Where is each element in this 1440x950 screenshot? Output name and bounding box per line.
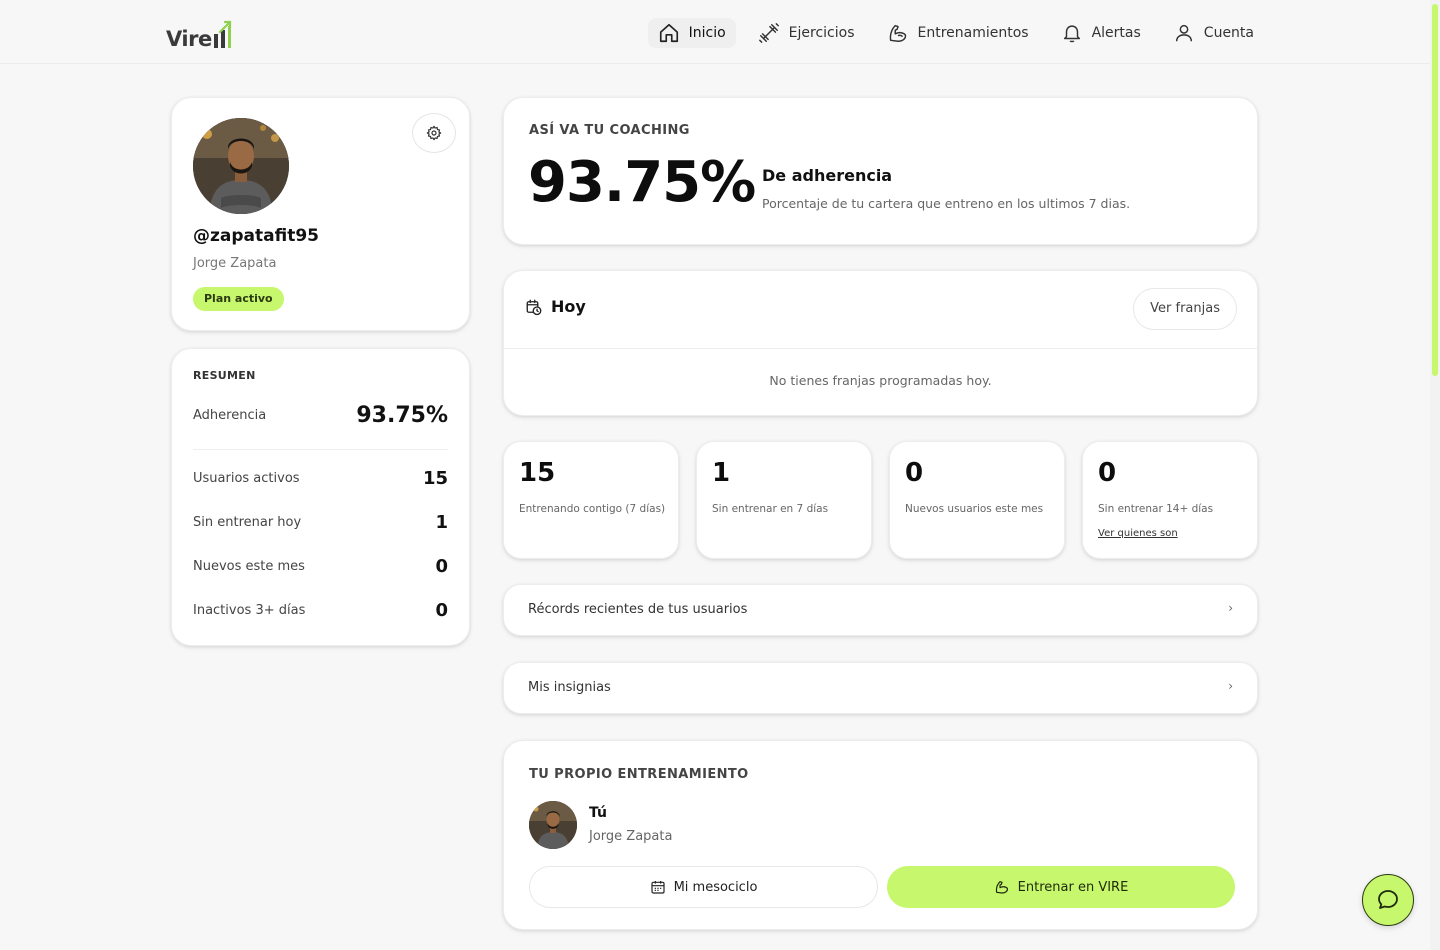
nav-label: Cuenta (1203, 25, 1254, 41)
view-slots-button[interactable]: Ver franjas (1133, 288, 1237, 330)
calendar-clock-icon (526, 299, 542, 315)
today-empty-message: No tienes franjas programadas hoy. (769, 373, 992, 388)
bell-icon (1063, 25, 1080, 43)
summary-row: Sin entrenar hoy 1 (193, 512, 448, 533)
own-training-title: TU PROPIO ENTRENAMIENTO (529, 767, 749, 782)
today-title-text: Hoy (551, 297, 586, 316)
summary-row-adherencia: Adherencia 93.75% (193, 403, 448, 428)
home-icon (659, 23, 678, 43)
stat-label: Nuevos usuarios este mes (905, 503, 1044, 515)
summary-row: Inactivos 3+ días 0 (193, 600, 448, 621)
stat-label: Entrenando contigo (7 días) (519, 503, 666, 515)
profile-card: @zapatafit95 Jorge Zapata Plan activo (171, 97, 470, 331)
summary-row: Nuevos este mes 0 (193, 556, 448, 577)
own-name: Tú (589, 805, 607, 821)
summary-value: 0 (435, 600, 448, 621)
nav-label: Alertas (1091, 25, 1141, 41)
stat-card-inactive-7: 1 Sin entrenar en 7 días (696, 441, 872, 559)
nav-item-ejercicios[interactable]: Ejercicios (748, 18, 865, 48)
summary-label: Inactivos 3+ días (193, 603, 306, 618)
chat-button[interactable] (1362, 874, 1414, 926)
summary-title: RESUMEN (193, 369, 256, 382)
profile-handle: @zapatafit95 (193, 226, 319, 246)
summary-divider (193, 449, 448, 450)
stat-value: 0 (905, 458, 924, 488)
user-icon (1175, 24, 1192, 42)
biceps-icon (889, 24, 906, 42)
summary-value: 0 (435, 556, 448, 577)
nav-item-alertas[interactable]: Alertas (1051, 18, 1151, 48)
summary-label: Nuevos este mes (193, 559, 305, 574)
brand-logo[interactable]: Vire (166, 16, 246, 50)
avatar (529, 801, 577, 849)
own-full-name: Jorge Zapata (589, 829, 673, 844)
logo-arrow-icon (213, 20, 231, 48)
mesocycle-button[interactable]: Mi mesociclo (529, 866, 878, 908)
summary-card: RESUMEN Adherencia 93.75% Usuarios activ… (171, 348, 470, 646)
today-divider (504, 348, 1257, 349)
nav-item-entrenamientos[interactable]: Entrenamientos (877, 18, 1039, 48)
scrollbar-track[interactable] (1430, 0, 1440, 950)
stat-card-inactive-14: 0 Sin entrenar 14+ días Ver quienes son (1082, 441, 1258, 559)
nav-label: Entrenamientos (917, 25, 1029, 41)
summary-row: Usuarios activos 15 (193, 468, 448, 489)
avatar (193, 118, 289, 214)
settings-button[interactable] (412, 113, 456, 153)
gear-icon (426, 125, 442, 141)
train-label: Entrenar en VIRE (1017, 879, 1129, 895)
adherence-value: 93.75% (528, 150, 756, 215)
summary-value: 15 (422, 468, 448, 489)
summary-value: 1 (435, 512, 448, 533)
status-badge: Plan activo (193, 287, 284, 311)
adherence-label: De adherencia (762, 166, 893, 185)
stat-card-training: 15 Entrenando contigo (7 días) (503, 441, 679, 559)
coaching-card: ASÍ VA TU COACHING 93.75% De adherencia … (503, 97, 1258, 245)
logo-text: Vire (166, 27, 212, 51)
scrollbar-thumb[interactable] (1432, 4, 1438, 376)
train-button[interactable]: Entrenar en VIRE (887, 866, 1235, 908)
records-label: Récords recientes de tus usuarios (528, 602, 748, 617)
adherence-description: Porcentaje de tu cartera que entreno en … (762, 196, 1131, 211)
records-link-row[interactable]: Récords recientes de tus usuarios › (503, 584, 1258, 636)
stat-value: 1 (712, 458, 731, 488)
nav-item-inicio[interactable]: Inicio (647, 18, 736, 48)
stat-value: 0 (1098, 458, 1117, 488)
stat-label: Sin entrenar en 7 días (712, 503, 829, 515)
biceps-icon (995, 881, 1008, 894)
chat-bubble-icon (1378, 890, 1398, 909)
chevron-right-icon: › (1228, 679, 1233, 693)
main-nav: Inicio Ejercicios Entrenamientos Alertas (636, 18, 1264, 48)
profile-name: Jorge Zapata (193, 256, 277, 271)
mesocycle-label: Mi mesociclo (673, 879, 758, 895)
stat-label: Sin entrenar 14+ días (1098, 503, 1214, 515)
view-inactive-link[interactable]: Ver quienes son (1098, 528, 1178, 539)
summary-value: 93.75% (356, 403, 448, 428)
today-card: Hoy Ver franjas No tienes franjas progra… (503, 270, 1258, 416)
dumbbell-icon (758, 23, 779, 43)
stat-card-new-users: 0 Nuevos usuarios este mes (889, 441, 1065, 559)
top-bar: Vire Inicio Ejercicios Entrenamientos Al… (0, 0, 1440, 64)
today-title: Hoy (525, 297, 586, 316)
coaching-title: ASÍ VA TU COACHING (529, 123, 690, 138)
own-training-card: TU PROPIO ENTRENAMIENTO Tú Jorge Zapata … (503, 740, 1258, 930)
nav-label: Ejercicios (788, 25, 855, 41)
summary-label: Adherencia (193, 408, 267, 423)
badges-label: Mis insignias (528, 680, 611, 695)
calendar-icon (650, 881, 665, 894)
summary-label: Sin entrenar hoy (193, 515, 302, 530)
badges-link-row[interactable]: Mis insignias › (503, 662, 1258, 714)
nav-item-cuenta[interactable]: Cuenta (1163, 18, 1264, 48)
chevron-right-icon: › (1228, 601, 1233, 615)
stat-value: 15 (519, 458, 556, 488)
summary-label: Usuarios activos (193, 471, 300, 486)
nav-label: Inicio (688, 25, 726, 41)
